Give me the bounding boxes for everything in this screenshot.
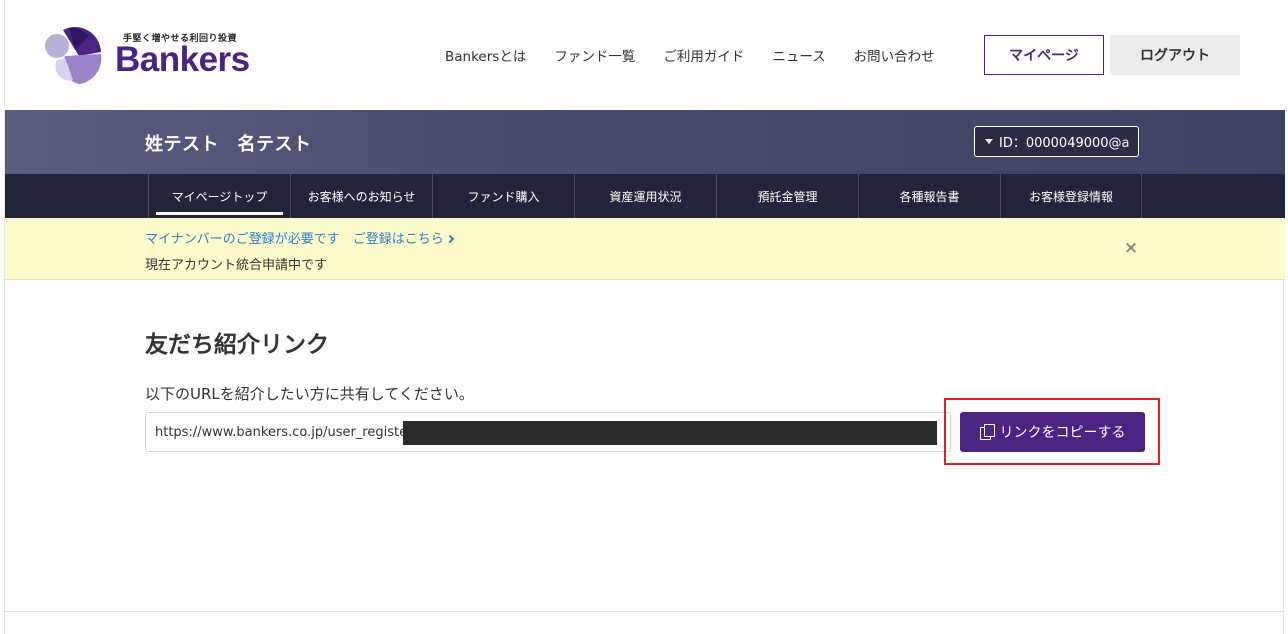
user-id-dropdown[interactable]: ID：0000049000@a: [974, 126, 1139, 157]
global-nav: Bankersとは ファンド一覧 ご利用ガイド ニュース お問い合わせ: [445, 35, 963, 75]
nav-contact[interactable]: お問い合わせ: [854, 45, 935, 65]
nav-news[interactable]: ニュース: [772, 45, 825, 65]
mynumber-register-link[interactable]: マイナンバーのご登録が必要です ご登録はこちら: [145, 228, 454, 247]
referral-description: 以下のURLを紹介したい方に共有してください。: [145, 385, 474, 403]
subnav-mypage-top[interactable]: マイページトップ: [148, 174, 290, 218]
subnav-customer-info[interactable]: お客様登録情報: [1000, 174, 1142, 218]
close-icon[interactable]: ×: [1122, 238, 1140, 258]
user-name: 姓テスト 名テスト: [145, 134, 312, 155]
footer-divider: [5, 611, 1285, 612]
bankers-logo[interactable]: 手堅く増やせる利回り投資 Bankers: [43, 26, 273, 86]
bankers-logo-mark-icon: [45, 27, 102, 84]
mypage-subnav: マイページトップ お客様へのお知らせ ファンド購入 資産運用状況 預託金管理 各…: [5, 174, 1285, 218]
subnav-deposit-management[interactable]: 預託金管理: [716, 174, 858, 218]
referral-url-text: https://www.bankers.co.jp/user_register: [155, 425, 413, 440]
chevron-right-icon: [445, 234, 454, 244]
caret-down-icon: [985, 139, 993, 144]
subnav-notices[interactable]: お客様へのお知らせ: [290, 174, 432, 218]
referral-url-field[interactable]: https://www.bankers.co.jp/user_register: [145, 412, 951, 452]
redacted-url-portion: [403, 421, 937, 445]
subnav-reports[interactable]: 各種報告書: [858, 174, 1000, 218]
copy-link-button[interactable]: リンクをコピーする: [960, 412, 1145, 452]
logout-button[interactable]: ログアウト: [1110, 35, 1240, 75]
site-header: 手堅く増やせる利回り投資 Bankers Bankersとは ファンド一覧 ご利…: [5, 0, 1285, 110]
user-id-label: ID：0000049000@a: [999, 136, 1130, 151]
subnav-fund-purchase[interactable]: ファンド購入: [432, 174, 574, 218]
subnav-asset-status[interactable]: 資産運用状況: [574, 174, 716, 218]
account-merge-status: 現在アカウント統合申請中です: [145, 258, 328, 273]
mypage-button[interactable]: マイページ: [984, 35, 1104, 75]
user-banner: 姓テスト 名テスト ID：0000049000@a: [5, 110, 1285, 174]
page-title: 友だち紹介リンク: [145, 332, 329, 358]
nav-guide[interactable]: ご利用ガイド: [663, 45, 744, 65]
nav-fund-list[interactable]: ファンド一覧: [554, 45, 635, 65]
notice-bar: マイナンバーのご登録が必要です ご登録はこちら 現在アカウント統合申請中です ×: [5, 218, 1285, 280]
nav-about[interactable]: Bankersとは: [445, 45, 526, 65]
copy-icon: [979, 424, 995, 440]
mynumber-register-link-text: マイナンバーのご登録が必要です ご登録はこちら: [145, 232, 444, 247]
logo-wordmark: Bankers: [115, 40, 250, 79]
copy-link-button-label: リンクをコピーする: [999, 425, 1126, 441]
page-frame: 手堅く増やせる利回り投資 Bankers Bankersとは ファンド一覧 ご利…: [4, 0, 1285, 634]
